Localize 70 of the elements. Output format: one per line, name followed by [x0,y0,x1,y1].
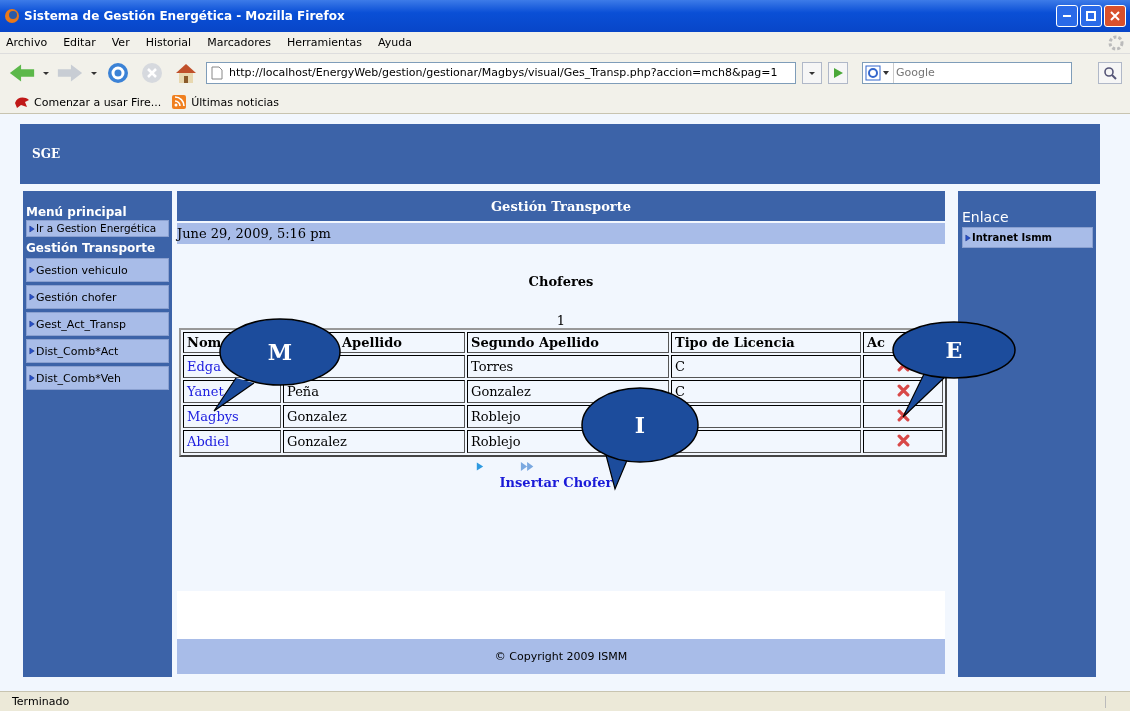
close-button[interactable] [1104,5,1126,27]
feed-icon [171,94,188,110]
site-logo: SGE [32,147,61,161]
column-header: Tipo de Licencia [671,332,861,353]
window-title: Sistema de Gestión Energética - Mozilla Firefox [24,9,346,23]
browser-logo-icon [4,8,20,24]
table-cell: C [675,359,685,374]
arrow-icon [29,293,35,301]
table-cell: Gonzalez [287,434,347,449]
menu-item[interactable]: Editar [63,36,96,49]
table-cell: Peña [287,384,319,399]
throbber-icon [1108,34,1124,51]
arrow-icon [29,225,35,233]
arrow-icon [29,266,35,274]
menu-item[interactable]: Herramientas [286,36,362,49]
search-engine-icon [865,64,891,81]
maximize-icon [1086,11,1096,21]
last-page-icon[interactable] [520,461,536,472]
menu-heading: Gestión Transporte [26,242,157,255]
menu-item[interactable]: Archivo [6,36,48,49]
table-cell: Gonzalez [471,384,531,399]
minimize-button[interactable] [1056,5,1078,27]
copyright-text: © Copyright 2009 ISMM [494,650,628,663]
menu-link[interactable]: Dist_Comb*Act [26,339,169,363]
status-text: Terminado [12,695,71,708]
arrow-icon [29,347,35,355]
search-button[interactable] [1098,61,1122,84]
search-field[interactable]: Google [862,61,1072,84]
bookmark-link[interactable]: Comenzar a usar Fire... [34,95,162,109]
next-page-icon[interactable] [476,461,484,472]
address-field[interactable]: http://localhost/EnergyWeb/gestion/gestionar/Magbys/visual/Ges_Transp.php?accion=mch8&pag=1 [206,61,796,84]
table-cell: Gonzalez [287,409,347,424]
menu-item[interactable]: Ayuda [377,36,412,49]
delete-icon[interactable] [896,408,910,422]
search-icon [1103,65,1117,80]
table-cell: Roblejo [471,434,521,449]
play-icon [832,66,844,79]
column-header: Segundo Apellido [467,332,669,353]
arrow-icon [29,374,35,382]
table-cell: Roblejo [471,409,521,424]
menu-item[interactable]: Marcadores [207,36,271,49]
page-number: 1 [555,313,567,328]
menu-heading: Menú principal [26,205,128,219]
date-text: June 29, 2009, 5:16 pm [177,226,331,241]
menu-link[interactable]: Gestión chofer [26,285,169,309]
menu-link[interactable]: Gestion vehiculo [26,258,169,282]
menu-item[interactable]: Historial [145,36,192,49]
callout-letter: E [945,337,963,363]
insert-driver-link[interactable]: Insertar Chofer [499,475,623,490]
bookmark-link[interactable]: Últimas noticias [191,95,280,109]
search-engine-button[interactable] [863,62,894,83]
maximize-button[interactable] [1080,5,1102,27]
menu-heading: Enlace [962,209,1010,225]
arrow-icon [29,320,35,328]
arrow-icon [965,234,971,242]
page-icon [211,65,223,80]
dropdown-button[interactable] [802,61,822,84]
menu-link[interactable]: Intranet Ismm [962,227,1093,248]
menu-link[interactable]: Dist_Comb*Veh [26,366,169,390]
menu-item[interactable]: Ver [111,36,130,49]
section-title: Gestión Transporte [177,191,945,221]
table-cell: Torres [471,359,514,374]
table-cell: C [675,384,685,399]
go-button[interactable] [828,61,848,84]
menu-link[interactable]: Ir a Gestion Energética [26,220,169,237]
close-icon [1110,11,1120,21]
table-heading: Choferes [527,274,595,289]
callout-letter: I [634,412,646,438]
minimize-icon [1063,15,1071,17]
menu-link[interactable]: Gest_Act_Transp [26,312,169,336]
